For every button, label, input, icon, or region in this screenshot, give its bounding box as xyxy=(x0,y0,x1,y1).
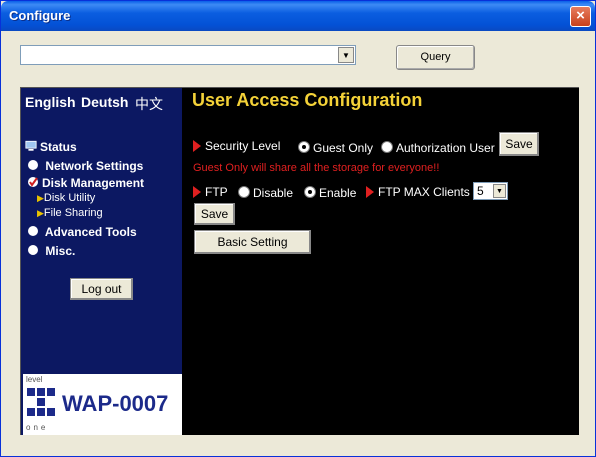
ftp-max-clients-select[interactable]: 5 ▼ xyxy=(473,182,508,200)
authorization-user-label: Authorization User xyxy=(396,141,495,155)
ftp-label: FTP xyxy=(193,185,228,199)
guest-only-label: Guest Only xyxy=(313,141,374,155)
device-dropdown[interactable]: ▼ xyxy=(20,45,356,65)
sidebar-item-label: Status xyxy=(40,140,77,154)
ftp-enable-label: Enable xyxy=(319,186,357,200)
basic-setting-button[interactable]: Basic Setting xyxy=(194,230,311,254)
lang-deutsh[interactable]: Deutsh xyxy=(81,94,128,110)
checkmark-icon xyxy=(28,177,38,187)
logout-button[interactable]: Log out xyxy=(70,278,133,300)
radio-authorization-user[interactable] xyxy=(381,141,393,153)
sidebar-item-label: Disk Management xyxy=(42,176,145,190)
ftp-disable-label: Disable xyxy=(253,186,294,200)
page-title: User Access Configuration xyxy=(192,90,423,110)
triangle-icon xyxy=(193,186,201,198)
model-name: WAP-0007 xyxy=(62,391,169,416)
title-bar: Configure × xyxy=(1,1,595,31)
ftp-max-clients-value: 5 xyxy=(477,184,484,198)
sidebar-subitem-disk-utility[interactable]: ▶Disk Utility xyxy=(37,192,95,204)
bullet-icon xyxy=(28,226,38,236)
radio-ftp-disable[interactable] xyxy=(238,186,250,198)
bullet-icon xyxy=(28,245,38,255)
query-button[interactable]: Query xyxy=(396,45,475,70)
sidebar-item-label: Network Settings xyxy=(45,159,144,173)
sidebar-subitem-file-sharing[interactable]: ▶File Sharing xyxy=(37,207,103,219)
ftp-max-clients-text: FTP MAX Clients xyxy=(378,185,470,199)
save-ftp-button[interactable]: Save xyxy=(194,203,235,225)
chevron-down-icon[interactable]: ▼ xyxy=(338,47,354,63)
chevron-down-icon[interactable]: ▼ xyxy=(493,184,506,198)
monitor-icon xyxy=(25,140,37,151)
triangle-icon xyxy=(193,140,201,152)
security-level-label: Security Level xyxy=(193,139,280,153)
arrow-right-icon: ▶ xyxy=(37,193,44,203)
security-level-text: Security Level xyxy=(205,139,281,153)
save-security-button[interactable]: Save xyxy=(499,132,539,156)
bullet-icon xyxy=(28,160,38,170)
sidebar-item-advanced-tools[interactable]: Advanced Tools xyxy=(27,225,137,239)
sidebar-subitem-label: Disk Utility xyxy=(43,192,96,204)
lang-chinese[interactable]: 中文 xyxy=(135,94,163,114)
sidebar: English Deutsh 中文 Status Network Setting… xyxy=(21,88,182,435)
sidebar-item-misc[interactable]: Misc. xyxy=(27,244,75,258)
radio-ftp-enable[interactable] xyxy=(304,186,316,198)
logo-text-one: one xyxy=(26,423,49,432)
sidebar-item-label: Misc. xyxy=(45,244,76,258)
radio-guest-only[interactable] xyxy=(298,141,310,153)
level-one-logo-icon xyxy=(27,388,55,416)
ftp-text: FTP xyxy=(205,185,228,199)
config-frame: English Deutsh 中文 Status Network Setting… xyxy=(20,87,579,435)
triangle-icon xyxy=(366,186,374,198)
brand-logo: level one WAP-0007 xyxy=(23,374,182,435)
window-title: Configure xyxy=(9,8,71,23)
configure-window: Configure × ▼ Query English Deutsh 中文 St… xyxy=(0,0,596,457)
arrow-right-icon: ▶ xyxy=(37,208,44,218)
sidebar-item-disk-management[interactable]: Disk Management xyxy=(27,176,144,190)
lang-english[interactable]: English xyxy=(25,94,76,110)
sidebar-item-status[interactable]: Status xyxy=(25,140,77,154)
sidebar-subitem-label: File Sharing xyxy=(43,207,103,219)
ftp-max-clients-label: FTP MAX Clients xyxy=(366,185,470,199)
sidebar-item-label: Advanced Tools xyxy=(44,225,137,239)
close-button[interactable]: × xyxy=(570,6,591,27)
warning-note: Guest Only will share all the storage fo… xyxy=(193,162,440,174)
sidebar-item-network-settings[interactable]: Network Settings xyxy=(27,159,143,173)
